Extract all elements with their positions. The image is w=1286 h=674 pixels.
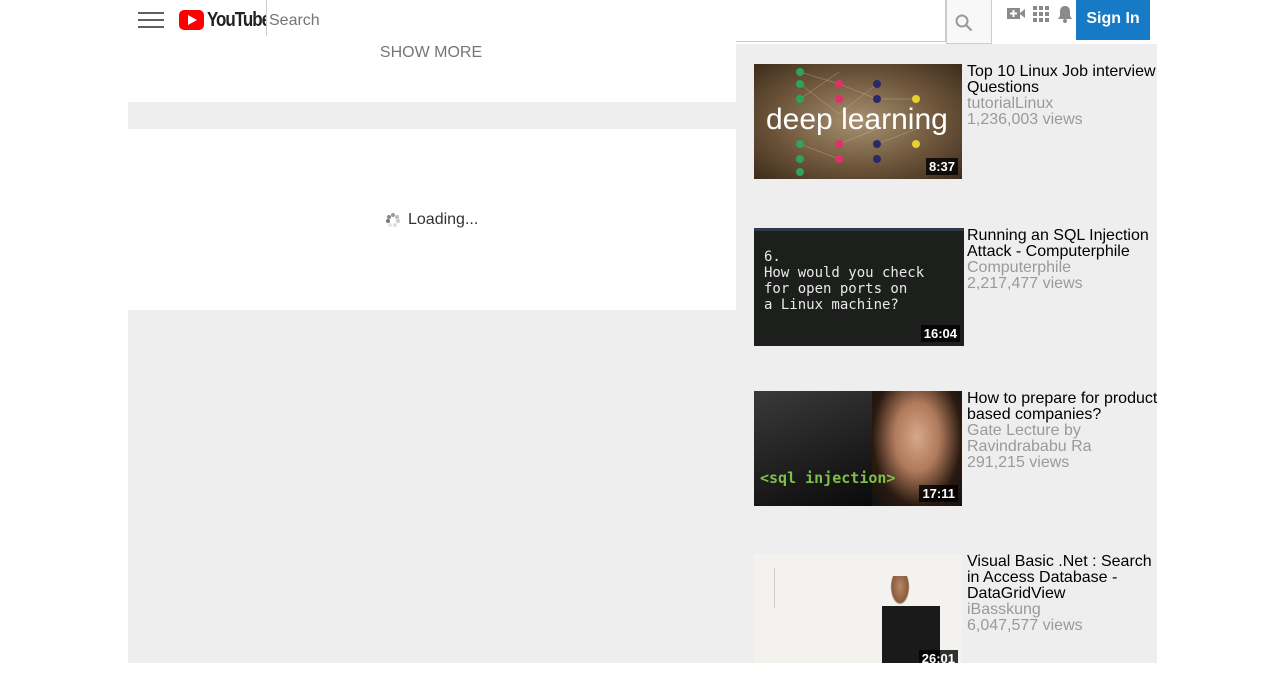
thumbnail-caption: deep learning bbox=[766, 103, 948, 136]
loading-card: Loading... bbox=[126, 129, 736, 310]
search-button[interactable] bbox=[946, 0, 992, 44]
apps-button[interactable] bbox=[1031, 4, 1051, 24]
loading-indicator: Loading... bbox=[386, 211, 478, 229]
show-more-button[interactable]: SHOW MORE bbox=[126, 44, 736, 62]
bell-icon bbox=[1058, 6, 1072, 23]
video-title[interactable]: Top 10 Linux Job interview Questions bbox=[967, 63, 1156, 96]
video-channel: iBasskung bbox=[967, 601, 1041, 618]
video-views: 6,047,577 views bbox=[967, 617, 1083, 634]
comments-section: SHOW MORE bbox=[126, 36, 736, 102]
thumbnail-code-background bbox=[754, 391, 874, 506]
video-views: 1,236,003 views bbox=[967, 111, 1083, 128]
video-duration: 26:01 bbox=[918, 650, 958, 663]
related-video-item[interactable]: deep learning 8:37 Top 10 Linux Job inte… bbox=[754, 64, 1158, 184]
video-duration: 8:37 bbox=[925, 158, 958, 175]
logo-text: YouTube bbox=[207, 8, 271, 31]
search-icon bbox=[955, 14, 973, 32]
thumbnail-caption: 6. How would you check for open ports on… bbox=[764, 249, 925, 313]
sign-in-button[interactable]: Sign In bbox=[1076, 0, 1150, 40]
video-thumbnail[interactable]: deep learning 8:37 bbox=[754, 64, 962, 179]
whiteboard-scribbles bbox=[774, 568, 835, 608]
play-logo-icon bbox=[179, 10, 204, 30]
related-video-item[interactable]: 26:01 Visual Basic .Net : Search in Acce… bbox=[754, 554, 1158, 674]
video-info[interactable]: How to prepare for product based compani… bbox=[967, 391, 1159, 471]
related-video-item[interactable]: 6. How would you check for open ports on… bbox=[754, 228, 1158, 348]
thumbnail-caption: <sql injection> bbox=[760, 469, 896, 487]
loading-text: Loading... bbox=[408, 211, 479, 228]
video-duration: 17:11 bbox=[919, 485, 958, 502]
video-channel: Gate Lecture by Ravindrababu Ra bbox=[967, 422, 1092, 455]
video-channel: tutorialLinux bbox=[967, 95, 1054, 112]
video-channel: Computerphile bbox=[967, 259, 1072, 276]
upload-video-button[interactable] bbox=[1006, 4, 1026, 24]
hamburger-icon bbox=[138, 12, 164, 14]
video-title[interactable]: Running an SQL Injection Attack - Comput… bbox=[967, 227, 1149, 260]
video-title[interactable]: How to prepare for product based compani… bbox=[967, 390, 1157, 423]
apps-grid-icon bbox=[1033, 6, 1049, 22]
guide-menu-button[interactable] bbox=[138, 12, 164, 32]
video-views: 291,215 views bbox=[967, 454, 1070, 471]
video-duration: 16:04 bbox=[920, 325, 960, 342]
video-views: 2,217,477 views bbox=[967, 275, 1083, 292]
search-input[interactable] bbox=[267, 0, 945, 41]
video-info[interactable]: Visual Basic .Net : Search in Access Dat… bbox=[967, 554, 1159, 634]
video-thumbnail[interactable]: <sql injection> 17:11 bbox=[754, 391, 962, 506]
video-thumbnail[interactable]: 26:01 bbox=[754, 554, 962, 663]
video-title[interactable]: Visual Basic .Net : Search in Access Dat… bbox=[967, 553, 1152, 602]
spinner-icon bbox=[386, 213, 400, 227]
video-info[interactable]: Top 10 Linux Job interview Questions tut… bbox=[967, 64, 1159, 128]
video-info[interactable]: Running an SQL Injection Attack - Comput… bbox=[967, 228, 1159, 292]
related-video-item[interactable]: <sql injection> 17:11 How to prepare for… bbox=[754, 391, 1158, 511]
notifications-button[interactable] bbox=[1055, 4, 1075, 24]
video-camera-icon bbox=[1007, 8, 1025, 19]
video-thumbnail[interactable]: 6. How would you check for open ports on… bbox=[754, 228, 964, 346]
